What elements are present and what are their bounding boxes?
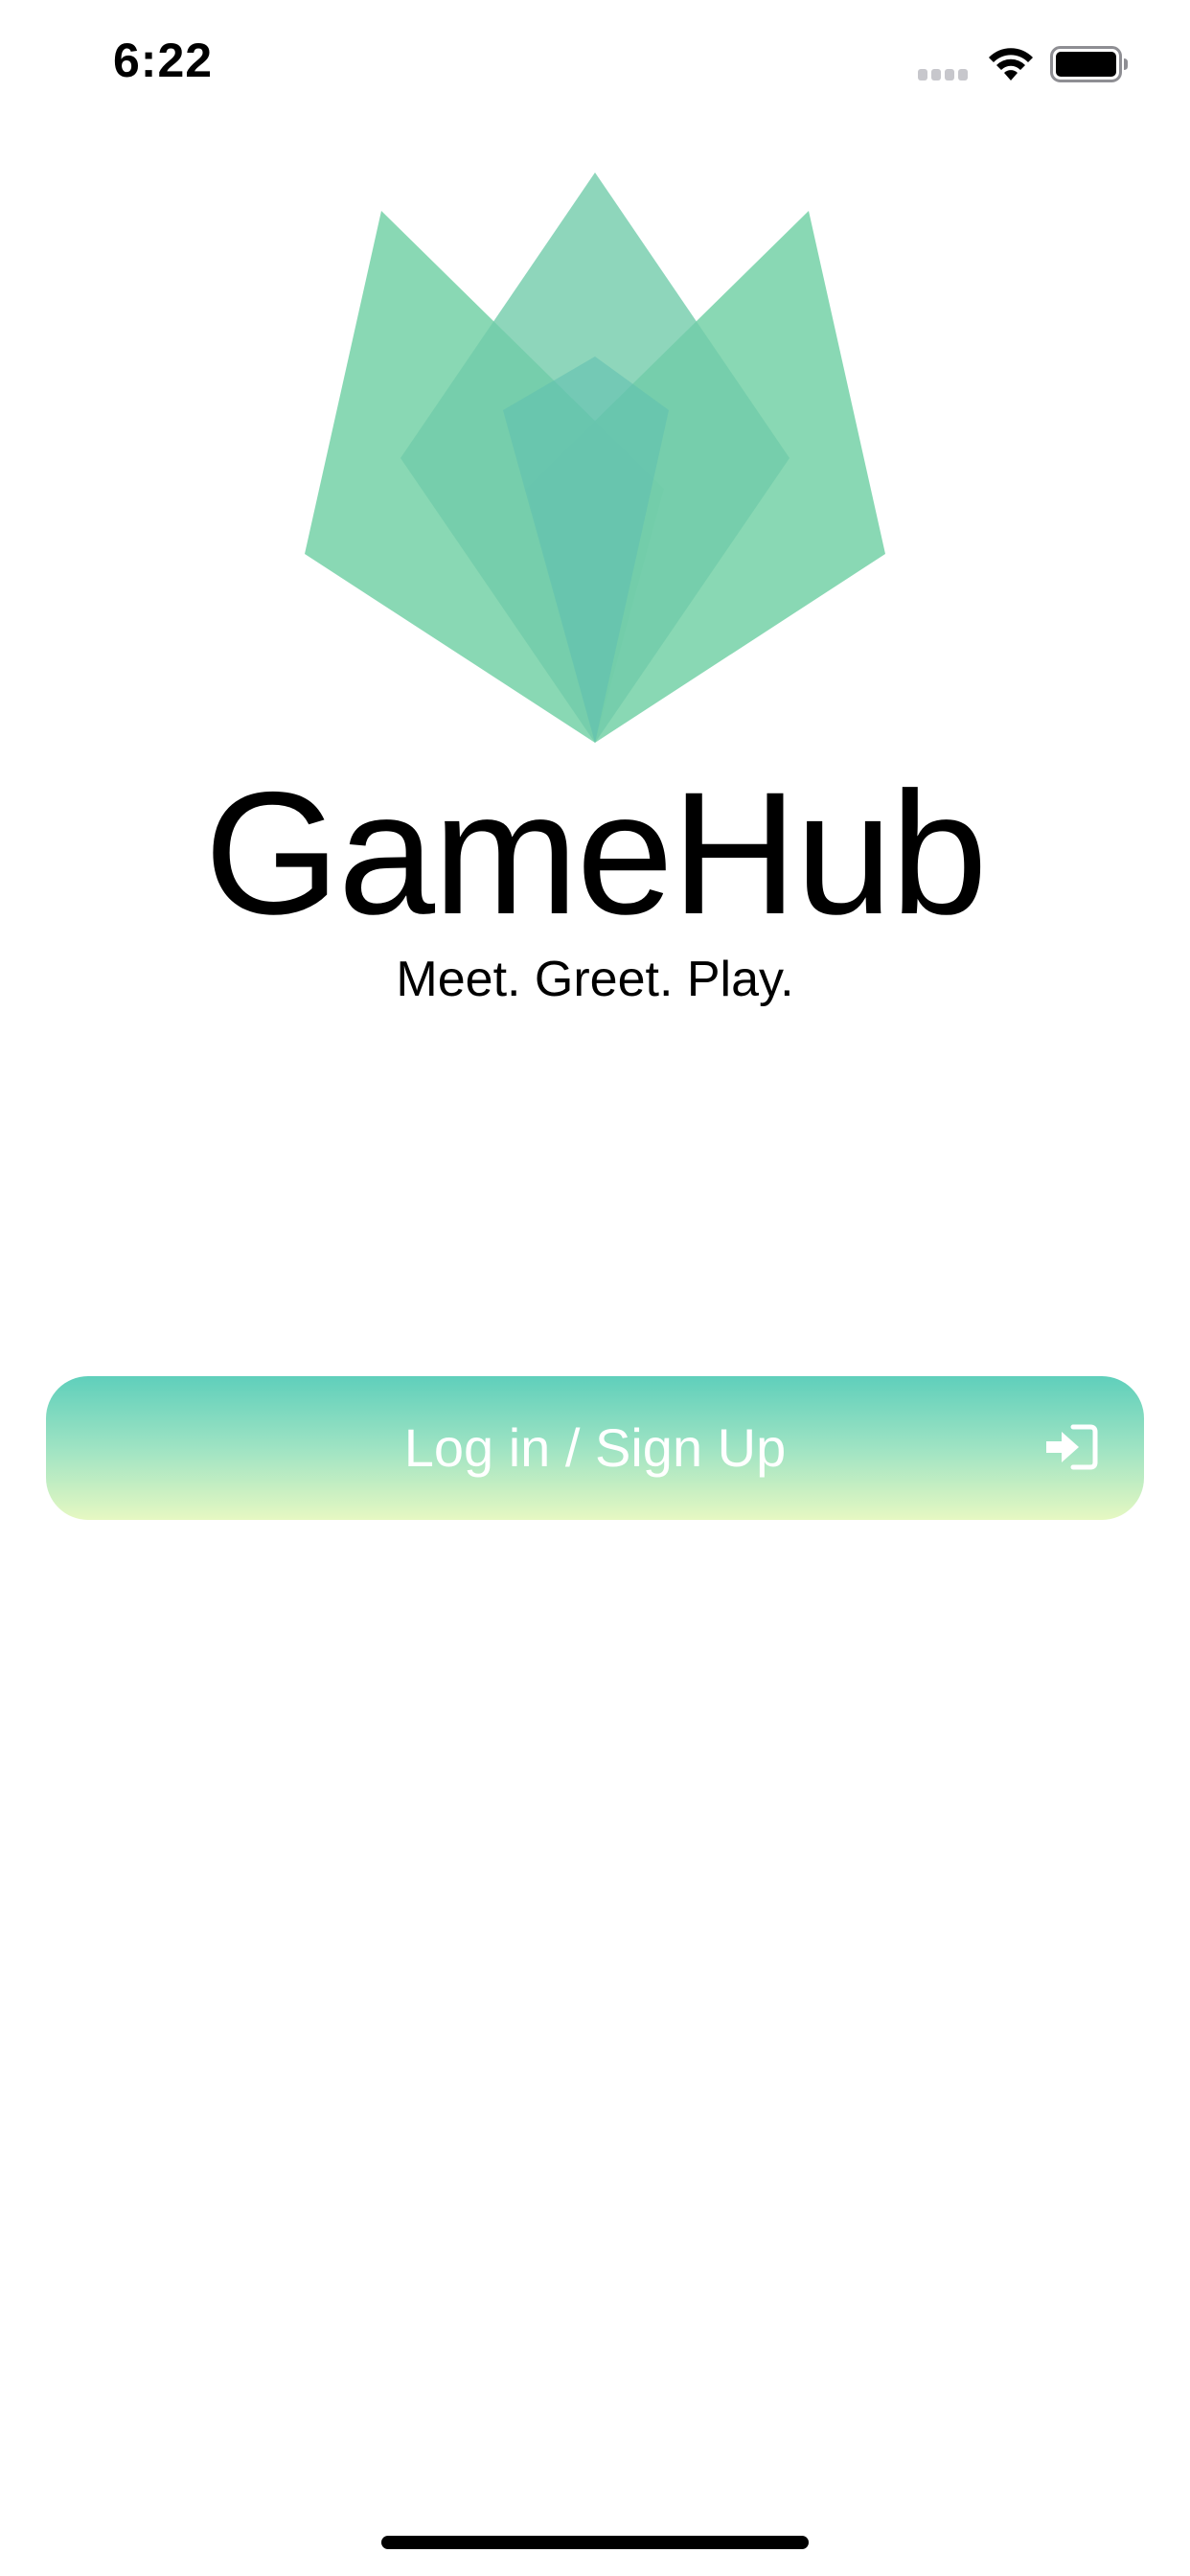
- home-indicator[interactable]: [381, 2536, 809, 2549]
- battery-icon: [1050, 46, 1128, 82]
- cellular-signal-icon: [918, 69, 968, 80]
- app-tagline: Meet. Greet. Play.: [396, 952, 794, 1007]
- status-time: 6:22: [113, 34, 214, 87]
- wifi-icon: [989, 48, 1033, 80]
- login-signup-label: Log in / Sign Up: [403, 1417, 787, 1478]
- sign-in-icon: [1046, 1424, 1098, 1470]
- app-title: GameHub: [204, 755, 988, 951]
- gamehub-logo: [305, 172, 885, 743]
- login-signup-button[interactable]: Log in / Sign Up: [46, 1376, 1144, 1520]
- status-bar: 6:22: [0, 0, 1190, 126]
